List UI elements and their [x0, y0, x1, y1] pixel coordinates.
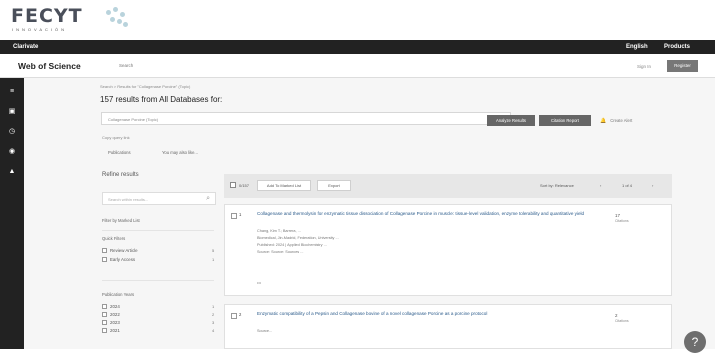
filter-label: 2024: [110, 304, 120, 309]
result-record: 2 Enzymatic compatibility of a Pepsin an…: [224, 304, 672, 349]
query-text: Collagenase Porcine (Topic): [108, 117, 159, 122]
record-number: 2: [239, 312, 242, 317]
export-button[interactable]: Export: [317, 180, 351, 191]
search-icon[interactable]: ⌕: [206, 195, 210, 203]
selected-count: 0/157: [239, 183, 250, 188]
prev-page-icon[interactable]: ‹: [600, 183, 601, 188]
user-icon[interactable]: ◉: [6, 146, 18, 158]
history-icon[interactable]: ▣: [6, 106, 18, 118]
divider: [102, 280, 214, 281]
filter-label: 2022: [110, 312, 120, 317]
left-rail: ≡ ▣ ◷ ◉ ▲: [0, 78, 24, 349]
refine-search-placeholder: Search within results...: [108, 197, 149, 202]
filter-label: 2023: [110, 320, 120, 325]
filter-count: 1: [212, 257, 215, 262]
record-number: 1: [239, 212, 242, 217]
sign-in-link[interactable]: Sign In: [637, 64, 651, 69]
menu-icon[interactable]: ≡: [6, 86, 18, 98]
record-checkbox[interactable]: [231, 213, 237, 219]
fecyt-dots-icon: [106, 7, 128, 29]
checkbox[interactable]: [102, 312, 107, 318]
refine-search-input[interactable]: Search within results... ⌕: [102, 192, 216, 205]
checkbox[interactable]: [102, 304, 107, 310]
breadcrumb[interactable]: Search > Results for "Collagenase Porcin…: [100, 84, 190, 89]
refine-sidebar: Refine results Search within results... …: [102, 168, 216, 349]
filter-count: 1: [212, 304, 215, 309]
record-source: Source...: [257, 329, 273, 333]
clarivate-bar: Clarivate English Products: [0, 40, 715, 54]
clarivate-brand[interactable]: Clarivate: [13, 44, 38, 50]
record-source: Source: Source: Sources ...: [257, 250, 304, 254]
filter-count: 5: [212, 248, 215, 253]
tab-also-like[interactable]: You may also like...: [162, 150, 198, 155]
refine-title: Refine results: [102, 172, 139, 178]
filter-label: Early Access: [110, 257, 136, 262]
products-menu[interactable]: Products: [664, 44, 690, 50]
record-published: Published: 2024 | Applied Biochemistry .…: [257, 243, 327, 247]
record-title[interactable]: Collagenase and thermolysin for enzymati…: [257, 211, 602, 217]
filter-count: 3: [212, 320, 215, 325]
filter-year[interactable]: 2022 2: [102, 312, 214, 318]
record-title[interactable]: Enzymatic compatibility of a Pepsin and …: [257, 311, 602, 317]
filter-count: 2: [212, 312, 215, 317]
alert-icon[interactable]: ▲: [6, 166, 18, 178]
filter-count: 4: [212, 328, 215, 333]
checkbox[interactable]: [102, 320, 107, 326]
record-checkbox[interactable]: [231, 313, 237, 319]
citation-report-button[interactable]: Citation Report: [539, 115, 591, 126]
publication-years-heading: Publication Years: [102, 292, 135, 297]
clock-icon[interactable]: ◷: [6, 126, 18, 138]
marked-list-filter[interactable]: Filter by Marked List: [102, 218, 140, 223]
filter-year[interactable]: 2024 1: [102, 304, 214, 310]
tab-publications[interactable]: Publications: [108, 150, 131, 155]
citation-count[interactable]: 17: [615, 213, 620, 218]
language-selector[interactable]: English: [626, 44, 648, 50]
wos-title[interactable]: Web of Science: [18, 61, 81, 71]
filter-year[interactable]: 2021 4: [102, 328, 214, 334]
create-alert-button[interactable]: 🔔 Create Alert: [600, 115, 632, 126]
quick-filters-heading: Quick Filters: [102, 236, 126, 241]
results-count: 157 results from All Databases for:: [100, 95, 223, 104]
next-page-icon[interactable]: ›: [652, 183, 653, 188]
filter-label: 2021: [110, 328, 120, 333]
divider: [102, 230, 214, 231]
result-record: 1 Collagenase and thermolysin for enzyma…: [224, 204, 672, 296]
checkbox[interactable]: [102, 248, 107, 254]
fecyt-logo[interactable]: FECYT: [11, 5, 83, 27]
citation-count[interactable]: 2: [615, 313, 618, 318]
search-nav-link[interactable]: Search: [119, 63, 133, 68]
record-authors[interactable]: Chang, Kim T.; Barrera, ...: [257, 229, 301, 233]
checkbox[interactable]: [102, 328, 107, 334]
checkbox[interactable]: [102, 257, 107, 263]
more-options-icon[interactable]: •••: [257, 281, 261, 285]
results-toolbar: 0/157 Add To Marked List Export Sort by:…: [224, 174, 672, 198]
filter-year[interactable]: 2023 3: [102, 320, 214, 326]
page-indicator: 1 of 4: [622, 183, 633, 188]
register-button[interactable]: Register: [667, 60, 698, 72]
sort-dropdown[interactable]: Sort by: Relevance: [540, 183, 574, 188]
results-list: 0/157 Add To Marked List Export Sort by:…: [224, 174, 672, 349]
help-button[interactable]: ?: [684, 331, 706, 353]
copy-query-link[interactable]: Copy query link: [102, 135, 130, 140]
fecyt-subtitle: INNOVACIÓN: [12, 27, 68, 32]
citation-label: Citations: [615, 219, 629, 223]
filter-early-access[interactable]: Early Access 1: [102, 257, 214, 263]
wos-header: Web of Science Search Sign In Register: [0, 54, 715, 78]
bell-icon: 🔔: [600, 118, 607, 124]
fecyt-banner: FECYT INNOVACIÓN: [0, 0, 715, 40]
add-to-marked-list-button[interactable]: Add To Marked List: [257, 180, 311, 191]
analyze-results-button[interactable]: Analyze Results: [487, 115, 535, 126]
filter-label: Review Article: [110, 248, 138, 253]
select-all-checkbox[interactable]: [230, 182, 236, 188]
filter-review-article[interactable]: Review Article 5: [102, 248, 214, 254]
query-display[interactable]: Collagenase Porcine (Topic): [101, 112, 511, 125]
create-alert-label: Create Alert: [610, 118, 633, 123]
main-content: Search > Results for "Collagenase Porcin…: [24, 78, 715, 349]
record-affiliation: Biomedical, Jin-Madrid, Federation, Univ…: [257, 236, 339, 240]
citation-label: Citations: [615, 319, 629, 323]
